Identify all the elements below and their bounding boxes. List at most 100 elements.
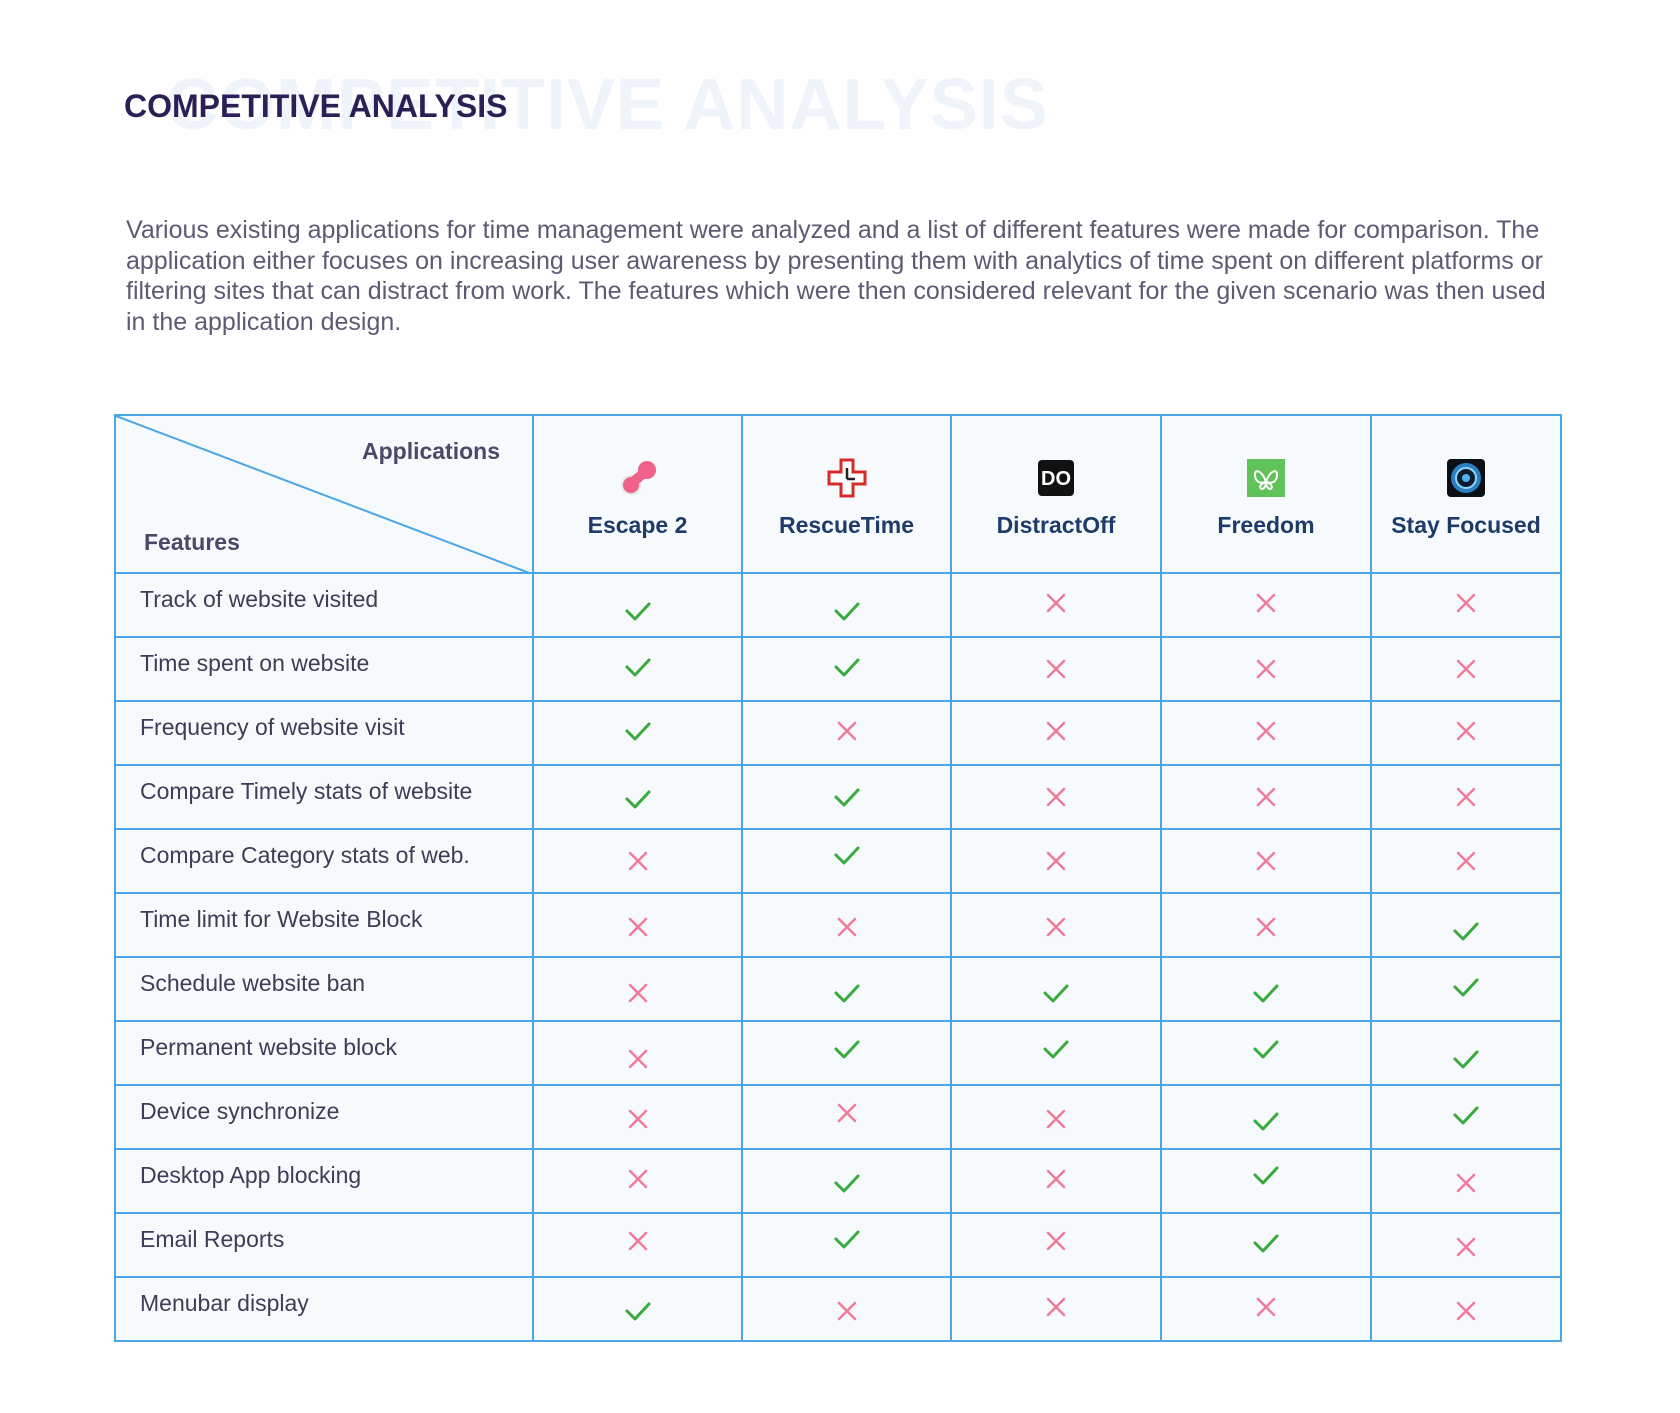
support-cell xyxy=(532,1212,743,1278)
check-icon xyxy=(834,1230,859,1248)
support-cell xyxy=(1160,636,1372,702)
support-cell xyxy=(741,1276,952,1342)
support-cell xyxy=(950,1276,1162,1342)
support-cell xyxy=(1370,828,1562,894)
feature-cell: Permanent website block xyxy=(114,1020,534,1086)
feature-cell: Track of website visited xyxy=(114,572,534,638)
svg-text:DO: DO xyxy=(1041,468,1071,490)
check-icon xyxy=(834,788,859,806)
check-icon xyxy=(625,658,650,676)
check-icon xyxy=(834,846,859,864)
support-cell xyxy=(1160,828,1372,894)
feature-cell: Time spent on website xyxy=(114,636,534,702)
app-name: Escape 2 xyxy=(587,512,688,538)
feature-label: Menubar display xyxy=(140,1289,309,1316)
cross-icon xyxy=(1256,593,1276,612)
support-cell xyxy=(950,1148,1162,1214)
support-cell xyxy=(1160,700,1372,766)
check-icon xyxy=(1043,1040,1069,1058)
cross-icon xyxy=(1456,659,1476,678)
support-cell xyxy=(950,700,1162,766)
feature-label: Time limit for Website Block xyxy=(140,905,423,932)
intro-paragraph: Various existing applications for time m… xyxy=(126,216,1546,336)
support-cell xyxy=(1370,1212,1562,1278)
cross-icon xyxy=(1456,787,1476,806)
support-cell xyxy=(532,572,743,638)
app-name: DistractOff xyxy=(996,512,1116,538)
support-cell xyxy=(950,636,1162,702)
stayfocused-logo-icon xyxy=(1447,459,1485,497)
table-header-row: Applications Features Escape 2 RescueTim… xyxy=(114,414,1562,574)
support-cell xyxy=(741,892,952,958)
check-icon xyxy=(625,602,650,620)
table-row: Time spent on website xyxy=(114,636,1562,702)
cross-icon xyxy=(1046,1109,1066,1128)
cross-icon xyxy=(837,917,856,936)
table-row: Device synchronize xyxy=(114,1084,1562,1150)
cross-icon xyxy=(837,1301,856,1320)
feature-label: Frequency of website visit xyxy=(140,713,405,740)
cross-icon xyxy=(1456,851,1476,870)
cross-icon xyxy=(837,721,856,740)
app-header-freedom: Freedom xyxy=(1160,414,1372,574)
check-icon xyxy=(625,790,650,808)
check-icon xyxy=(1253,1234,1279,1252)
support-cell xyxy=(950,1212,1162,1278)
cross-icon xyxy=(1046,917,1066,936)
cross-icon xyxy=(1456,593,1476,612)
freedom-logo-icon xyxy=(1247,459,1285,497)
check-icon xyxy=(625,1302,650,1320)
support-cell xyxy=(1160,956,1372,1022)
support-cell xyxy=(1160,892,1372,958)
feature-label: Time spent on website xyxy=(140,649,370,676)
escape2-logo-icon xyxy=(620,461,656,495)
feature-cell: Device synchronize xyxy=(114,1084,534,1150)
support-cell xyxy=(950,764,1162,830)
cross-icon xyxy=(1256,787,1276,806)
support-cell xyxy=(532,1148,743,1214)
table-body: Track of website visited Time spent on we… xyxy=(114,572,1562,1342)
cross-icon xyxy=(1046,1169,1066,1188)
feature-cell: Compare Category stats of web. xyxy=(114,828,534,894)
cross-icon xyxy=(1046,721,1066,740)
check-icon xyxy=(834,1040,859,1058)
table-row: Frequency of website visit xyxy=(114,700,1562,766)
distractoff-logo-icon: DO xyxy=(1038,460,1074,496)
feature-label: Compare Timely stats of website xyxy=(140,777,473,804)
cross-icon xyxy=(1046,1231,1066,1250)
cross-icon xyxy=(1256,721,1276,740)
support-cell xyxy=(950,1084,1162,1150)
cross-icon xyxy=(1046,593,1066,612)
check-icon xyxy=(1253,1040,1279,1058)
feature-cell: Compare Timely stats of website xyxy=(114,764,534,830)
feature-cell: Desktop App blocking xyxy=(114,1148,534,1214)
support-cell xyxy=(741,828,952,894)
support-cell xyxy=(741,956,952,1022)
cross-icon xyxy=(628,1169,647,1188)
support-cell xyxy=(1370,700,1562,766)
support-cell xyxy=(1370,1276,1562,1342)
cross-icon xyxy=(1256,659,1276,678)
cross-icon xyxy=(1046,787,1066,806)
support-cell xyxy=(950,956,1162,1022)
table-row: Permanent website block xyxy=(114,1020,1562,1086)
app-header-escape2: Escape 2 xyxy=(532,414,743,574)
app-header-rescuetime: RescueTime xyxy=(741,414,952,574)
cross-icon xyxy=(628,1109,647,1128)
support-cell xyxy=(1160,1148,1372,1214)
support-cell xyxy=(532,1276,743,1342)
cross-icon xyxy=(628,983,647,1002)
feature-cell: Time limit for Website Block xyxy=(114,892,534,958)
app-name: Freedom xyxy=(1217,512,1315,538)
applications-axis-label: Applications xyxy=(361,438,500,464)
support-cell xyxy=(532,892,743,958)
app-header-stayfocused: Stay Focused xyxy=(1370,414,1562,574)
support-cell xyxy=(1160,572,1372,638)
check-icon xyxy=(834,984,859,1002)
support-cell xyxy=(532,828,743,894)
title-block: COMPETITIVE ANALYSIS COMPETITIVE ANALYSI… xyxy=(124,58,1124,148)
support-cell xyxy=(741,1148,952,1214)
cross-icon xyxy=(1456,1301,1476,1320)
cross-icon xyxy=(1256,917,1276,936)
table-row: Menubar display xyxy=(114,1276,1562,1342)
